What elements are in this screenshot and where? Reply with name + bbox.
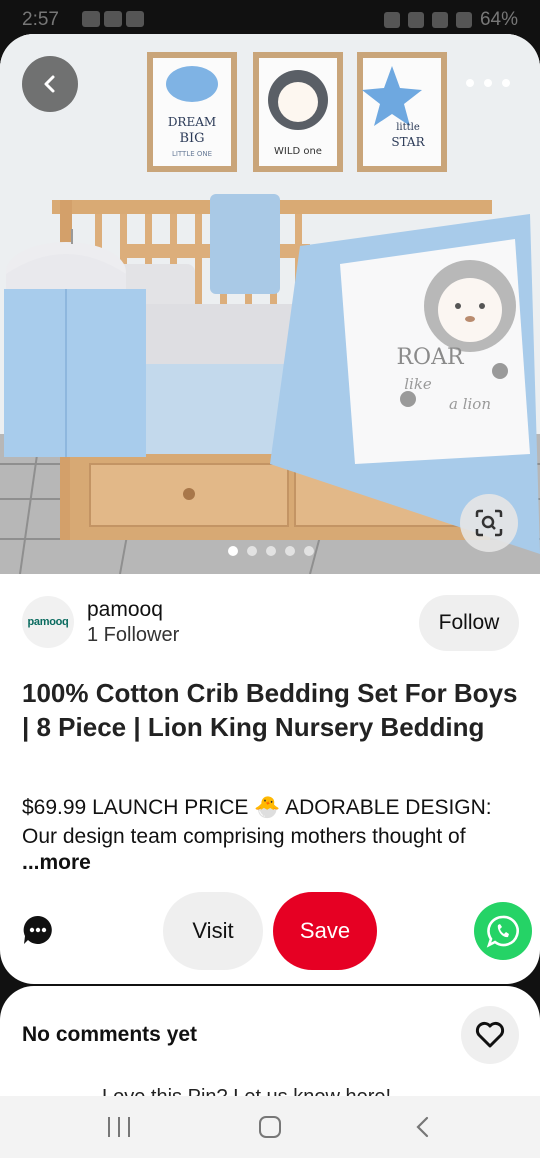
pin-description: $69.99 LAUNCH PRICE 🐣 ADORABLE DESIGN: O… <box>22 796 492 848</box>
creator-row: pamooq pamooq 1 Follower Follow <box>22 594 522 654</box>
visual-search-icon <box>475 509 503 537</box>
carousel-dot[interactable] <box>304 546 314 556</box>
comments-title: No comments yet <box>22 1023 198 1046</box>
nav-recents-icon[interactable] <box>108 1117 130 1137</box>
follow-button[interactable]: Follow <box>419 595 519 651</box>
youtube-icon <box>104 11 122 27</box>
mute-icon <box>407 12 424 28</box>
carousel-indicator <box>228 546 314 556</box>
more-link[interactable]: ...more <box>22 851 91 875</box>
creator-name[interactable]: pamooq <box>87 598 163 622</box>
comments-section: No comments yet Love this Pin? Let us kn… <box>0 986 540 1108</box>
svg-text:little: little <box>396 122 420 133</box>
more-dots-icon <box>484 79 492 87</box>
visit-button[interactable]: Visit <box>163 892 263 970</box>
carousel-dot[interactable] <box>228 546 238 556</box>
notification-icons <box>82 11 144 27</box>
back-arrow-icon <box>44 75 55 93</box>
notification-icon <box>82 11 100 27</box>
status-time: 2:57 <box>22 9 59 30</box>
svg-text:DREAM: DREAM <box>168 115 216 129</box>
visual-search-button[interactable] <box>460 494 518 552</box>
more-dots-icon <box>502 79 510 87</box>
back-button[interactable] <box>22 56 78 112</box>
whatsapp-icon <box>486 915 519 948</box>
creator-avatar[interactable]: pamooq <box>22 596 74 648</box>
signal-icon <box>455 12 472 28</box>
nav-home-icon[interactable] <box>259 1116 281 1138</box>
heart-icon <box>475 1021 505 1048</box>
carousel-dot[interactable] <box>285 546 295 556</box>
svg-text:STAR: STAR <box>391 135 425 149</box>
wall-art-frames: DREAM BIG LITTLE ONE WILD one little STA… <box>147 52 447 172</box>
save-button[interactable]: Save <box>273 892 377 970</box>
nav-back-icon[interactable] <box>413 1116 433 1138</box>
svg-text:ROAR: ROAR <box>396 345 464 370</box>
carousel-dot[interactable] <box>266 546 276 556</box>
status-right: 64% <box>383 9 518 31</box>
app-icon <box>126 11 144 27</box>
wifi-icon <box>431 12 448 28</box>
battery-level: 64% <box>479 9 518 30</box>
pin-card: DREAM BIG LITTLE ONE WILD one little STA… <box>0 34 540 984</box>
more-options-button[interactable] <box>466 68 510 98</box>
svg-text:BIG: BIG <box>179 131 204 146</box>
react-button[interactable] <box>461 1006 519 1064</box>
svg-text:WILD one: WILD one <box>274 146 322 157</box>
svg-text:a lion: a lion <box>449 395 491 413</box>
follower-count: 1 Follower <box>87 624 180 646</box>
pin-image[interactable]: DREAM BIG LITTLE ONE WILD one little STA… <box>0 34 540 574</box>
avatar-logo-text: pamooq <box>27 616 69 628</box>
whatsapp-share-button[interactable] <box>474 902 532 960</box>
alarm-icon <box>383 12 400 28</box>
system-nav-bar <box>0 1096 540 1158</box>
crib-photo: DREAM BIG LITTLE ONE WILD one little STA… <box>0 34 540 574</box>
carousel-dot[interactable] <box>247 546 257 556</box>
comment-icon[interactable] <box>22 914 54 946</box>
pin-title: 100% Cotton Crib Bedding Set For Boys | … <box>22 678 518 742</box>
svg-text:LITTLE ONE: LITTLE ONE <box>172 150 212 158</box>
more-dots-icon <box>466 79 474 87</box>
svg-text:like: like <box>404 375 432 393</box>
